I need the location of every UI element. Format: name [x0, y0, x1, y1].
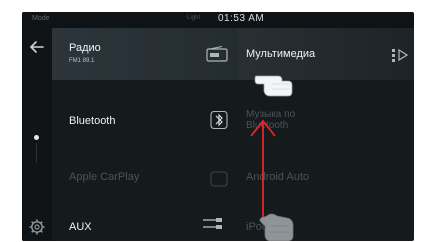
swipe-up-arrow-icon — [250, 119, 276, 224]
screen-frame: Mode Light 01:53 AM Радио FM1 89.1 Мульт… — [0, 0, 434, 242]
page-indicator — [34, 135, 39, 140]
radio-tile[interactable]: Радио FM1 89.1 — [52, 28, 238, 80]
gear-icon[interactable] — [28, 218, 46, 236]
bluetooth-icon — [210, 111, 228, 129]
infotainment-screen: Mode Light 01:53 AM Радио FM1 89.1 Мульт… — [22, 12, 414, 241]
hand-pointer-icon — [254, 75, 293, 97]
hand-touch-icon — [259, 213, 294, 241]
media-icon — [392, 48, 409, 62]
bluetooth-tile[interactable]: Bluetooth — [52, 81, 238, 133]
radio-frequency: FM1 89.1 — [69, 58, 95, 64]
source-grid: Радио FM1 89.1 Мультимедиа Bluetooth Муз… — [52, 28, 414, 241]
aux-icon — [203, 218, 222, 229]
clock: 01:53 AM — [218, 13, 265, 24]
radio-label: Радио — [69, 42, 101, 54]
multimedia-label: Мультимедиа — [246, 48, 316, 60]
carplay-label: Apple CarPlay — [69, 171, 140, 183]
aux-label: AUX — [69, 221, 92, 233]
radio-icon — [206, 46, 228, 62]
carplay-icon — [210, 171, 228, 187]
left-nav — [22, 28, 52, 241]
status-indicator: Light — [187, 15, 201, 21]
bluetooth-label: Bluetooth — [69, 115, 116, 127]
status-bar: Mode Light 01:53 AM — [22, 12, 414, 28]
page-indicator-track — [36, 143, 37, 163]
aux-tile[interactable]: AUX — [52, 189, 238, 241]
status-mode: Mode — [32, 15, 50, 22]
carplay-tile: Apple CarPlay — [52, 135, 238, 187]
back-arrow-icon[interactable] — [28, 38, 46, 56]
